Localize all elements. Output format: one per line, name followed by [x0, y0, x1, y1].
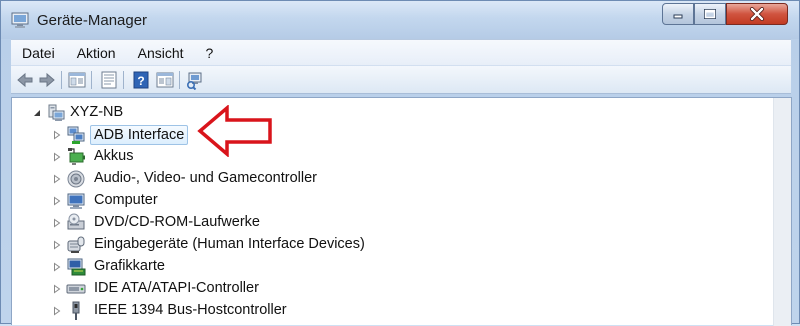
collapsed-triangle-icon[interactable]: [52, 174, 62, 184]
action-pane-icon[interactable]: [155, 70, 175, 90]
collapsed-triangle-icon[interactable]: [52, 306, 62, 316]
expanded-triangle-icon[interactable]: [32, 108, 42, 118]
ide-controller-icon: [66, 284, 86, 294]
tree-item-label[interactable]: Grafikkarte: [94, 258, 165, 274]
device-tree-panel: XYZ-NB ADB Interface Akkus Audio-, Video…: [11, 97, 792, 326]
minimize-icon: [673, 14, 683, 19]
battery-icon: [68, 148, 85, 165]
tree-item-label[interactable]: Eingabegeräte (Human Interface Devices): [94, 236, 365, 252]
toolbar-separator: [61, 71, 62, 89]
maximize-button[interactable]: [694, 3, 726, 25]
toolbar: ?: [11, 65, 791, 94]
close-button[interactable]: [726, 3, 788, 25]
show-hide-console-tree-icon[interactable]: [67, 70, 87, 90]
help-icon[interactable]: ?: [131, 70, 151, 90]
red-arrow-annotation-icon: [197, 105, 272, 157]
collapsed-triangle-icon[interactable]: [52, 284, 62, 294]
computer-icon: [48, 104, 65, 121]
svg-text:?: ?: [137, 74, 144, 88]
tree-item-label[interactable]: DVD/CD-ROM-Laufwerke: [94, 214, 260, 230]
scan-hardware-icon[interactable]: [185, 70, 205, 90]
menu-bar: Datei Aktion Ansicht ?: [11, 39, 791, 66]
title-bar[interactable]: Geräte-Manager: [1, 1, 799, 39]
collapsed-triangle-icon[interactable]: [52, 196, 62, 206]
device-manager-window: Geräte-Manager Datei Aktion Ansicht ? ? …: [0, 0, 800, 326]
collapsed-triangle-icon[interactable]: [52, 152, 62, 162]
tree-item-label[interactable]: ADB Interface: [90, 125, 189, 145]
tree-item-label[interactable]: Akkus: [94, 148, 134, 164]
collapsed-triangle-icon[interactable]: [52, 262, 62, 272]
properties-icon[interactable]: [99, 70, 119, 90]
display-adapter-icon: [67, 258, 86, 276]
tree-root-label[interactable]: XYZ-NB: [70, 104, 123, 120]
toolbar-separator: [179, 71, 180, 89]
menu-ansicht[interactable]: Ansicht: [127, 45, 195, 61]
monitor-icon: [67, 193, 85, 209]
collapsed-triangle-icon[interactable]: [52, 240, 62, 250]
adb-interface-icon: [67, 126, 85, 144]
forward-arrow-icon[interactable]: [37, 70, 57, 90]
tree-item-label[interactable]: IDE ATA/ATAPI-Controller: [94, 280, 259, 296]
toolbar-separator: [123, 71, 124, 89]
menu-datei[interactable]: Datei: [11, 45, 66, 61]
speaker-icon: [67, 170, 85, 188]
collapsed-triangle-icon[interactable]: [52, 130, 62, 140]
tree-item-label[interactable]: Computer: [94, 192, 158, 208]
firewire-icon: [72, 301, 80, 320]
window-title: Geräte-Manager: [37, 12, 148, 29]
tree-item-label[interactable]: IEEE 1394 Bus-Hostcontroller: [94, 302, 287, 318]
tree-item-label[interactable]: Audio-, Video- und Gamecontroller: [94, 170, 317, 186]
dvd-drive-icon: [67, 213, 85, 230]
hid-icon: [67, 236, 85, 253]
menu-help[interactable]: ?: [195, 45, 225, 61]
back-arrow-icon[interactable]: [15, 70, 35, 90]
toolbar-separator: [91, 71, 92, 89]
collapsed-triangle-icon[interactable]: [52, 218, 62, 228]
vertical-scrollbar[interactable]: [773, 98, 791, 326]
maximize-icon: [704, 9, 716, 19]
menu-aktion[interactable]: Aktion: [66, 45, 127, 61]
close-icon: [750, 7, 764, 21]
minimize-button[interactable]: [662, 3, 694, 25]
device-manager-icon: [11, 12, 29, 28]
